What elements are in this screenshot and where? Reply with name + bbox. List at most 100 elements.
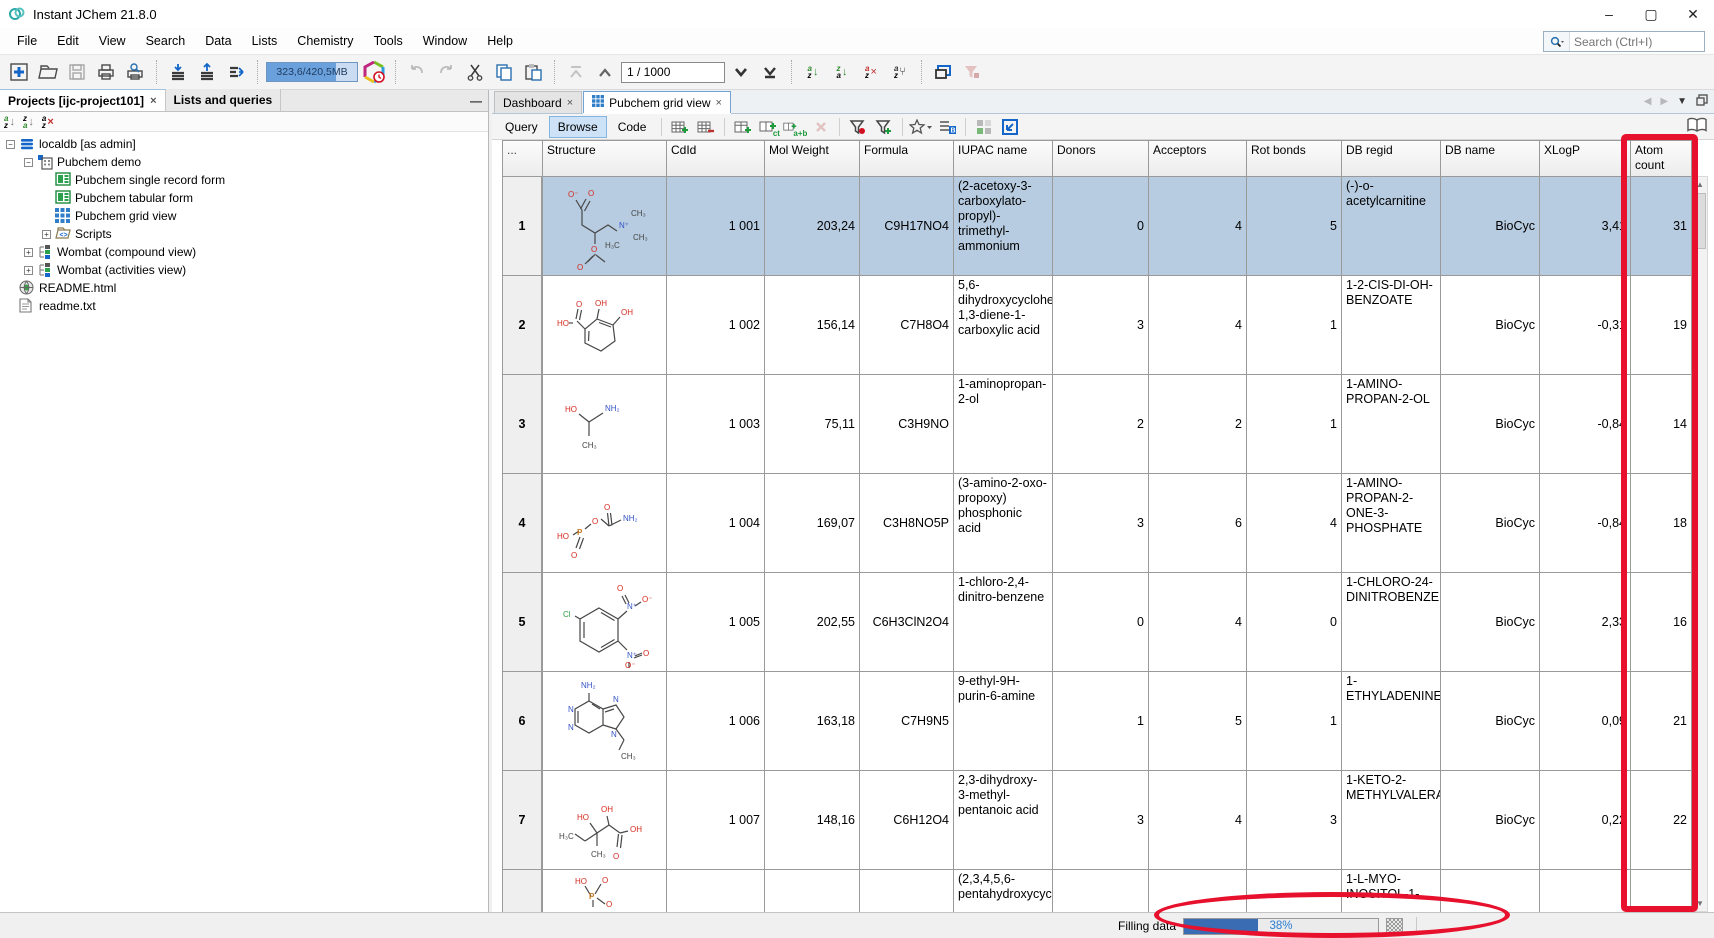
menu-search[interactable]: Search — [137, 30, 195, 52]
cell-num[interactable]: 1 — [502, 177, 543, 276]
cell-rot_bonds[interactable]: 4 — [1247, 474, 1342, 573]
table-row[interactable]: HOO PO(2,3,4,5,6-pentahydroxycyclo1-L-MY… — [502, 870, 1692, 912]
cell-xlogp[interactable]: -0,84 — [1540, 474, 1631, 573]
cell-db_regid[interactable]: 1-KETO-2-METHYLVALERATE — [1342, 771, 1441, 870]
copy-button[interactable] — [491, 59, 517, 85]
tab-dashboard[interactable]: Dashboard × — [494, 91, 582, 113]
cell-mol_weight[interactable]: 156,14 — [765, 276, 860, 375]
export-data-button[interactable] — [194, 59, 220, 85]
tree-item-pubchem-tabular-form[interactable]: +Pubchem tabular form — [0, 189, 488, 207]
view-mode-code[interactable]: Code — [609, 116, 656, 138]
print-button[interactable] — [93, 59, 119, 85]
cell-iupac[interactable]: 1-chloro-2,4-dinitro-benzene — [954, 573, 1053, 672]
cell-formula[interactable]: C6H3ClN2O4 — [860, 573, 954, 672]
column-header-cdid[interactable]: CdId — [667, 140, 765, 176]
cell-cdid[interactable]: 1 002 — [667, 276, 765, 375]
print-preview-button[interactable] — [122, 59, 148, 85]
cell-formula[interactable]: C7H8O4 — [860, 276, 954, 375]
cell-donors[interactable]: 0 — [1053, 573, 1149, 672]
tree-item-pubchem-grid-view[interactable]: +Pubchem grid view — [0, 207, 488, 225]
cell-donors[interactable]: 3 — [1053, 276, 1149, 375]
cell-rot_bonds[interactable]: 1 — [1247, 375, 1342, 474]
cell-iupac[interactable]: 2,3-dihydroxy-3-methyl-pentanoic acid — [954, 771, 1053, 870]
scroll-down-icon[interactable]: ▼ — [1693, 896, 1707, 911]
scroll-tabs-right-icon[interactable]: ▶ — [1660, 96, 1668, 107]
cell-xlogp[interactable] — [1540, 870, 1631, 912]
clear-sort-icon[interactable]: az× — [42, 115, 54, 129]
sort-ascending-icon[interactable]: az↓ — [4, 115, 15, 129]
tree-item-readme-txt[interactable]: +readme.txt — [0, 297, 488, 315]
paste-button[interactable] — [520, 59, 546, 85]
cut-button[interactable] — [462, 59, 488, 85]
cell-db_name[interactable] — [1441, 870, 1540, 912]
dihydroxycyclohexadiene-carboxylic-acid-structure[interactable]: HOO OHOH — [543, 276, 667, 375]
aminopropanol-structure[interactable]: HOCH₃ NH₂ — [543, 375, 667, 474]
tree-item-wombat-compound-view[interactable]: +Wombat (compound view) — [0, 243, 488, 261]
cell-formula[interactable]: C7H9N5 — [860, 672, 954, 771]
cell-rot_bonds[interactable]: 1 — [1247, 276, 1342, 375]
share-data-button[interactable] — [223, 59, 249, 85]
favorites-button[interactable] — [909, 116, 933, 138]
cell-rot_bonds[interactable]: 3 — [1247, 771, 1342, 870]
cell-cdid[interactable]: 1 001 — [667, 177, 765, 276]
cell-db_regid[interactable]: 1-ETHYLADENINE — [1342, 672, 1441, 771]
cell-db_name[interactable]: BioCyc — [1441, 177, 1540, 276]
menu-chemistry[interactable]: Chemistry — [288, 30, 362, 52]
cell-iupac[interactable]: 9-ethyl-9H-purin-6-amine — [954, 672, 1053, 771]
table-row[interactable]: 5 Cl N⁺O⁻O N⁺OO⁻1 005202,55C6H3ClN2O41-c… — [502, 573, 1692, 672]
next-record-button[interactable] — [728, 59, 754, 85]
sort-descending-icon[interactable]: za↓ — [23, 115, 34, 129]
tab-lists-and-queries[interactable]: Lists and queries — [166, 89, 282, 111]
cell-mol_weight[interactable]: 163,18 — [765, 672, 860, 771]
cell-acceptors[interactable]: 4 — [1149, 573, 1247, 672]
cell-atom_count[interactable]: 14 — [1631, 375, 1692, 474]
acetylcarnitine-structure[interactable]: O⁻O OO N⁺CH₃ CH₃H₃C — [543, 177, 667, 276]
cell-num[interactable]: 6 — [502, 672, 543, 771]
add-filter-button[interactable] — [872, 116, 896, 138]
add-row-button[interactable] — [668, 116, 692, 138]
column-header-db-regid[interactable]: DB regid — [1342, 140, 1441, 176]
scrollbar-thumb[interactable] — [1694, 193, 1706, 249]
close-button[interactable]: ✕ — [1672, 0, 1714, 28]
cell-atom_count[interactable]: 18 — [1631, 474, 1692, 573]
cell-cdid[interactable]: 1 007 — [667, 771, 765, 870]
view-mode-query[interactable]: Query — [496, 116, 547, 138]
cell-donors[interactable]: 2 — [1053, 375, 1149, 474]
chlorodinitrobenzene-structure[interactable]: Cl N⁺O⁻O N⁺OO⁻ — [543, 573, 667, 672]
table-row[interactable]: 7 H₃CHO OHCH₃ OHO1 007148,16C6H12O42,3-d… — [502, 771, 1692, 870]
column-header-[interactable]: ... — [502, 140, 543, 176]
cell-mol_weight[interactable]: 169,07 — [765, 474, 860, 573]
cell-iupac[interactable]: 1-aminopropan-2-ol — [954, 375, 1053, 474]
table-row[interactable]: 3 HOCH₃ NH₂1 00375,11C3H9NO1-aminopropan… — [502, 375, 1692, 474]
menu-help[interactable]: Help — [478, 30, 522, 52]
column-header-rot-bonds[interactable]: Rot bonds — [1247, 140, 1342, 176]
cell-iupac[interactable]: (2-acetoxy-3-carboxylato-propyl)-trimeth… — [954, 177, 1053, 276]
table-row[interactable]: 1 O⁻O OO N⁺CH₃ CH₃H₃C1 001203,24C9H17NO4… — [502, 177, 1692, 276]
menu-window[interactable]: Window — [414, 30, 476, 52]
import-data-button[interactable] — [165, 59, 191, 85]
cell-mol_weight[interactable]: 203,24 — [765, 177, 860, 276]
cell-acceptors[interactable]: 5 — [1149, 672, 1247, 771]
expand-icon[interactable]: + — [24, 266, 33, 275]
aminopropanone-phosphate-structure[interactable]: HOP OO ONH₂ — [543, 474, 667, 573]
cell-num[interactable]: 5 — [502, 573, 543, 672]
advanced-sort-button[interactable]: az⑂ — [887, 59, 913, 85]
collapse-icon[interactable]: − — [24, 158, 33, 167]
cell-acceptors[interactable]: 4 — [1149, 177, 1247, 276]
add-calculated-field-button[interactable]: a+b — [783, 116, 807, 138]
cell-atom_count[interactable]: 16 — [1631, 573, 1692, 672]
expand-icon[interactable]: + — [24, 248, 33, 257]
cell-atom_count[interactable]: 22 — [1631, 771, 1692, 870]
column-header-donors[interactable]: Donors — [1053, 140, 1149, 176]
cell-db_name[interactable]: BioCyc — [1441, 276, 1540, 375]
table-row[interactable]: 6 NH₂N NN NCH₃1 006163,18C7H9N59-ethyl-9… — [502, 672, 1692, 771]
maximize-view-icon[interactable] — [1696, 94, 1708, 109]
cell-db_name[interactable]: BioCyc — [1441, 375, 1540, 474]
cell-db_regid[interactable]: 1-CHLORO-24-DINITROBENZENE — [1342, 573, 1441, 672]
ethyladenine-structure[interactable]: NH₂N NN NCH₃ — [543, 672, 667, 771]
cell-acceptors[interactable]: 6 — [1149, 474, 1247, 573]
column-header-structure[interactable]: Structure — [543, 140, 667, 176]
close-icon[interactable]: × — [150, 95, 156, 107]
cell-formula[interactable]: C3H9NO — [860, 375, 954, 474]
cell-db_name[interactable]: BioCyc — [1441, 474, 1540, 573]
